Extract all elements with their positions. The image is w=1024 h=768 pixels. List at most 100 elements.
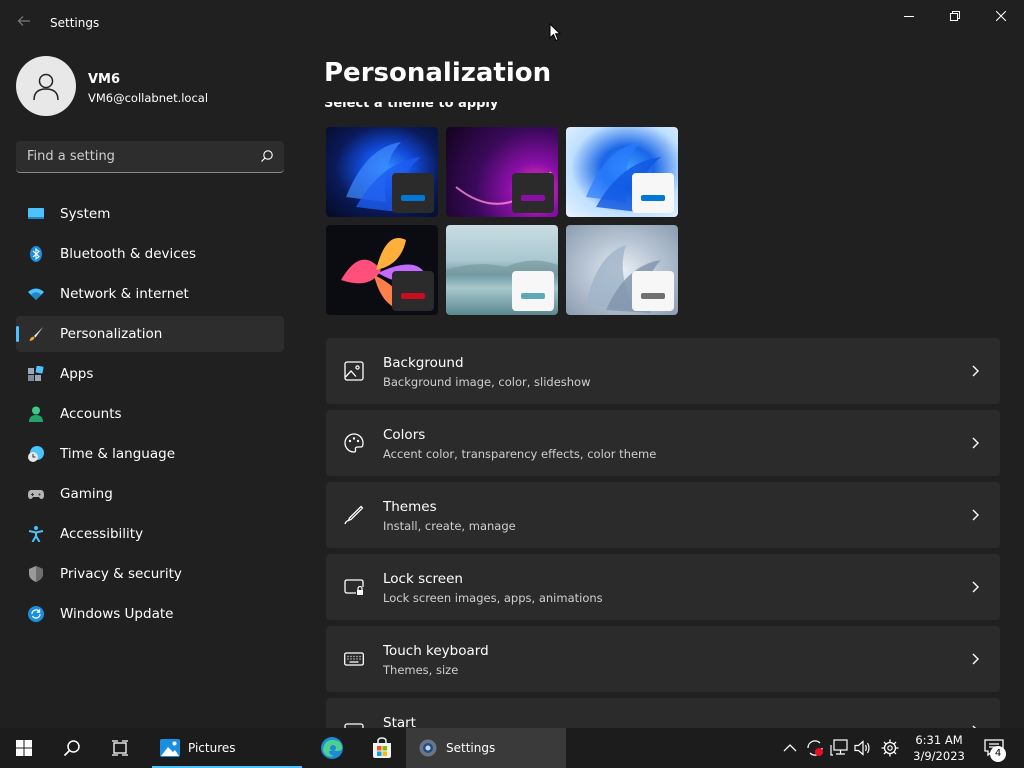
mouse-cursor-icon (549, 23, 561, 42)
clock-time: 6:31 AM (915, 733, 963, 747)
chevron-right-icon (972, 581, 979, 593)
theme-sunrise[interactable] (446, 225, 558, 315)
sidebar-item-apps[interactable]: Apps (16, 356, 284, 392)
sidebar-nav: System Bluetooth & devices Network & int… (16, 196, 284, 636)
notification-count-badge: 4 (990, 746, 1006, 762)
clock-date: 3/9/2023 (913, 749, 965, 763)
close-button[interactable] (978, 0, 1024, 32)
sidebar-item-gaming[interactable]: Gaming (16, 476, 284, 512)
chevron-up-icon[interactable] (782, 740, 798, 756)
card-title: Colors (383, 427, 426, 443)
sidebar-item-system[interactable]: System (16, 196, 284, 232)
photos-icon (160, 739, 180, 757)
minimize-button[interactable] (886, 0, 932, 32)
taskbar: Pictures Settings 6:31 AM 3/9/2023 4 (0, 728, 1024, 768)
sidebar-item-accessibility[interactable]: Accessibility (16, 516, 284, 552)
themes-card[interactable]: Themes Install, create, manage (326, 482, 1000, 548)
keyboard-icon (344, 652, 364, 666)
theme-captured-motion[interactable] (326, 225, 438, 315)
monitor-icon (28, 208, 44, 219)
sidebar-item-label: Gaming (60, 486, 113, 502)
chevron-right-icon (972, 365, 979, 377)
back-arrow-icon (17, 16, 30, 26)
image-icon (344, 361, 364, 381)
sidebar-item-label: Personalization (60, 326, 163, 342)
background-card[interactable]: Background Background image, color, slid… (326, 338, 1000, 404)
apps-icon (28, 366, 44, 381)
sidebar-item-bluetooth[interactable]: Bluetooth & devices (16, 236, 284, 272)
back-button[interactable] (14, 14, 34, 34)
start-button[interactable] (8, 728, 40, 768)
windows-logo-icon (16, 740, 32, 756)
bluetooth-icon (30, 246, 42, 262)
theme-windows-light[interactable] (566, 127, 678, 217)
brush-icon (29, 327, 43, 341)
taskbar-app-label: Pictures (188, 741, 236, 755)
lock-screen-icon (344, 579, 364, 595)
colors-card[interactable]: Colors Accent color, transparency effect… (326, 410, 1000, 476)
theme-flow[interactable] (566, 225, 678, 315)
sidebar-item-windows-update[interactable]: Windows Update (16, 596, 284, 632)
store-icon (373, 737, 391, 758)
theme-preview-chip (392, 173, 434, 213)
person-icon (29, 406, 43, 422)
card-title: Themes (383, 499, 437, 515)
sidebar-item-label: Windows Update (60, 606, 174, 622)
page-title: Personalization (324, 58, 552, 88)
card-title: Lock screen (383, 571, 463, 587)
taskbar-clock[interactable]: 6:31 AM 3/9/2023 (904, 732, 974, 764)
pen-icon (344, 505, 364, 525)
quick-settings-button[interactable] (876, 728, 904, 768)
theme-preview-chip (632, 173, 674, 213)
settings-icon (419, 739, 437, 757)
sidebar-item-network[interactable]: Network & internet (16, 276, 284, 312)
close-icon (996, 11, 1006, 21)
chevron-right-icon (972, 653, 979, 665)
lock-screen-card[interactable]: Lock screen Lock screen images, apps, an… (326, 554, 1000, 620)
card-description: Lock screen images, apps, animations (383, 591, 603, 605)
start-card[interactable]: Start (326, 698, 1000, 728)
profile-email: VM6@collabnet.local (88, 91, 209, 105)
edge-button[interactable] (316, 728, 348, 768)
card-description: Background image, color, slideshow (383, 375, 591, 389)
sidebar-item-label: Time & language (60, 446, 176, 462)
search-placeholder: Find a setting (27, 149, 115, 164)
search-input[interactable]: Find a setting (16, 141, 284, 173)
restore-button[interactable] (932, 0, 978, 32)
sidebar-item-time-language[interactable]: Time & language (16, 436, 284, 472)
network-icon[interactable] (830, 739, 848, 757)
minimize-icon (904, 16, 914, 17)
card-description: Install, create, manage (383, 519, 516, 533)
user-profile[interactable]: VM6 VM6@collabnet.local (16, 56, 208, 116)
theme-windows-dark[interactable] (326, 127, 438, 217)
theme-preview-chip (632, 271, 674, 311)
taskbar-app-pictures[interactable]: Pictures (152, 728, 302, 768)
touch-keyboard-card[interactable]: Touch keyboard Themes, size (326, 626, 1000, 692)
accessibility-icon (28, 526, 44, 542)
taskbar-search-button[interactable] (56, 728, 88, 768)
update-icon (28, 606, 44, 622)
chevron-right-icon (972, 509, 979, 521)
restore-icon (950, 11, 960, 21)
sidebar-item-personalization[interactable]: Personalization (16, 316, 284, 352)
theme-preview-chip (512, 271, 554, 311)
system-tray (782, 728, 872, 768)
sidebar-item-label: Accounts (60, 406, 122, 422)
card-title: Touch keyboard (383, 643, 489, 659)
search-icon[interactable] (260, 149, 274, 163)
search-icon (63, 740, 80, 757)
gamepad-icon (28, 490, 44, 499)
sidebar-item-privacy[interactable]: Privacy & security (16, 556, 284, 592)
clock-globe-icon (28, 446, 44, 462)
store-button[interactable] (366, 728, 398, 768)
sidebar-item-accounts[interactable]: Accounts (16, 396, 284, 432)
shield-icon (29, 566, 43, 582)
sync-error-icon[interactable] (806, 739, 824, 757)
avatar (16, 56, 76, 116)
taskbar-app-settings[interactable]: Settings (406, 728, 566, 768)
theme-glow[interactable] (446, 127, 558, 217)
volume-icon[interactable] (854, 739, 872, 757)
task-view-button[interactable] (104, 728, 136, 768)
wifi-icon (28, 288, 44, 300)
sidebar-item-label: Privacy & security (60, 566, 182, 582)
